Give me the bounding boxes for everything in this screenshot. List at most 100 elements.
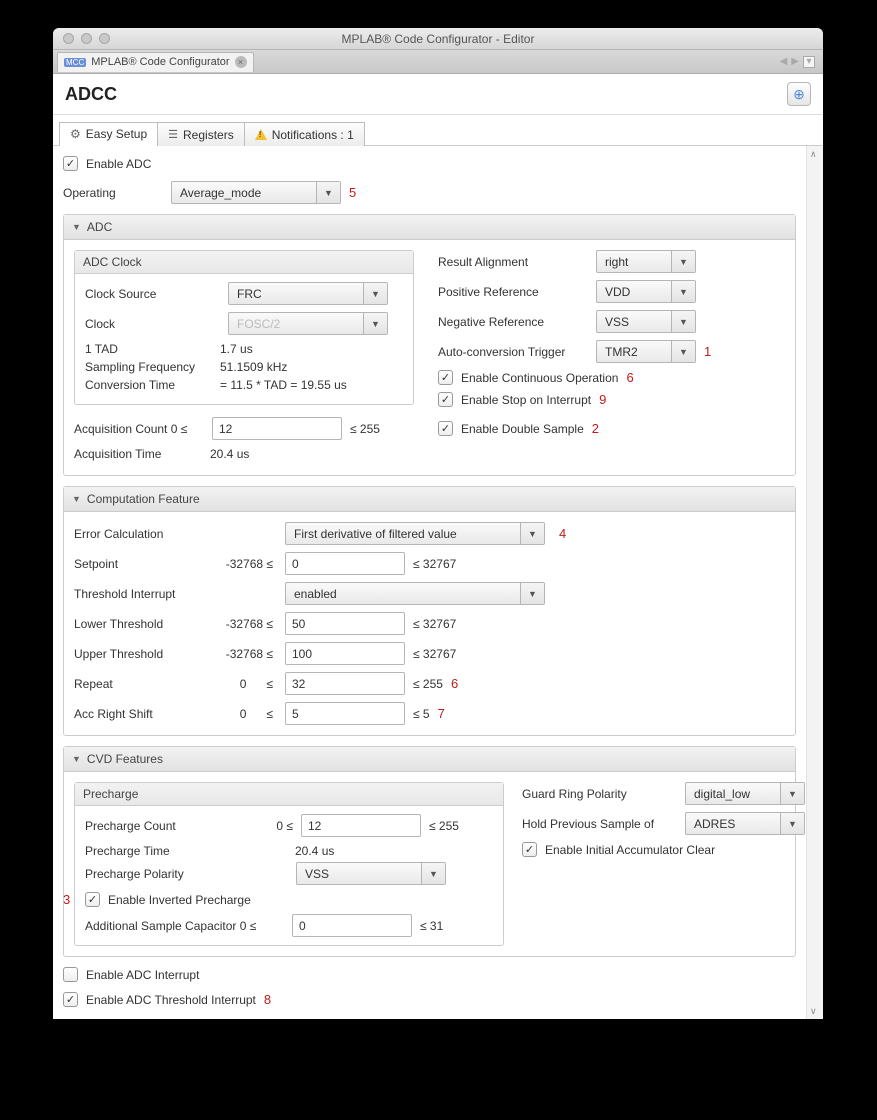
tad-label: 1 TAD	[85, 342, 220, 356]
computation-section-header[interactable]: ▼ Computation Feature	[64, 487, 795, 512]
file-tab[interactable]: MCC MPLAB® Code Configurator ×	[57, 52, 254, 72]
tab-label: Notifications : 1	[272, 128, 354, 142]
setpoint-input[interactable]	[285, 552, 405, 575]
enable-double-label: Enable Double Sample	[461, 422, 584, 436]
err-calc-label: Error Calculation	[74, 527, 209, 541]
enable-stop-checkbox[interactable]	[438, 392, 453, 407]
enable-adc-checkbox[interactable]	[63, 156, 78, 171]
enable-stop-label: Enable Stop on Interrupt	[461, 393, 591, 407]
hold-select[interactable]: ADRES ▼	[685, 812, 805, 835]
lower-thresh-input[interactable]	[285, 612, 405, 635]
close-tab-icon[interactable]: ×	[235, 56, 247, 68]
accrs-label: Acc Right Shift	[74, 707, 209, 721]
annotation-5: 5	[349, 185, 356, 200]
conv-time-value: = 11.5 * TAD = 19.55 us	[220, 378, 347, 392]
guard-select[interactable]: digital_low ▼	[685, 782, 805, 805]
enable-acc-clear-checkbox[interactable]	[522, 842, 537, 857]
tab-label: Easy Setup	[86, 127, 147, 141]
view-tabs: ⚙ Easy Setup ☰ Registers Notifications :…	[53, 115, 823, 146]
minimize-window-button[interactable]	[81, 33, 92, 44]
acq-count-input[interactable]	[212, 417, 342, 440]
guard-label: Guard Ring Polarity	[522, 787, 677, 801]
chevron-down-icon: ▼	[421, 863, 445, 884]
pre-pol-select[interactable]: VSS ▼	[296, 862, 446, 885]
annotation-7: 7	[438, 706, 445, 721]
enable-thresh-int-checkbox[interactable]	[63, 992, 78, 1007]
repeat-input[interactable]	[285, 672, 405, 695]
pre-count-input[interactable]	[301, 814, 421, 837]
tab-registers[interactable]: ☰ Registers	[157, 122, 245, 146]
sampling-freq-label: Sampling Frequency	[85, 360, 220, 374]
annotation-3: 3	[63, 892, 70, 907]
precharge-fieldset: Precharge Precharge Count 0 ≤ ≤ 255	[74, 782, 504, 946]
enable-continuous-checkbox[interactable]	[438, 370, 453, 385]
neg-ref-select[interactable]: VSS ▼	[596, 310, 696, 333]
disclosure-triangle-icon: ▼	[72, 754, 81, 764]
adc-clock-header: ADC Clock	[75, 251, 413, 274]
enable-double-checkbox[interactable]	[438, 421, 453, 436]
clock-source-label: Clock Source	[85, 287, 220, 301]
adc-section-header[interactable]: ▼ ADC	[64, 215, 795, 240]
precharge-header: Precharge	[75, 783, 503, 806]
scroll-down-icon[interactable]: ∨	[810, 1006, 820, 1016]
close-window-button[interactable]	[63, 33, 74, 44]
adc-clock-fieldset: ADC Clock Clock Source FRC ▼	[74, 250, 414, 405]
annotation-9: 9	[599, 392, 606, 407]
tab-notifications[interactable]: Notifications : 1	[244, 122, 365, 146]
warning-icon	[255, 129, 267, 140]
chevron-down-icon: ▼	[671, 251, 695, 272]
app-window: MPLAB® Code Configurator - Editor MCC MP…	[53, 28, 823, 1019]
enable-inverted-checkbox[interactable]	[85, 892, 100, 907]
disclosure-triangle-icon: ▼	[72, 222, 81, 232]
chevron-down-icon: ▼	[363, 313, 387, 334]
repeat-label: Repeat	[74, 677, 209, 691]
window-controls	[53, 33, 110, 44]
acq-count-label: Acquisition Count 0 ≤	[74, 422, 204, 436]
accrs-input[interactable]	[285, 702, 405, 725]
upper-thresh-input[interactable]	[285, 642, 405, 665]
cvd-section-header[interactable]: ▼ CVD Features	[64, 747, 795, 772]
annotation-1: 1	[704, 344, 711, 359]
pre-time-value: 20.4 us	[295, 844, 334, 858]
clock-source-select[interactable]: FRC ▼	[228, 282, 388, 305]
acq-count-max: ≤ 255	[350, 422, 380, 436]
cvd-section: ▼ CVD Features Precharge Precharge Count	[63, 746, 796, 957]
pre-pol-label: Precharge Polarity	[85, 867, 288, 881]
tab-next-icon[interactable]: ▶	[791, 56, 799, 67]
tad-value: 1.7 us	[220, 342, 253, 356]
err-calc-select[interactable]: First derivative of filtered value ▼	[285, 522, 545, 545]
zoom-window-button[interactable]	[99, 33, 110, 44]
titlebar: MPLAB® Code Configurator - Editor	[53, 28, 823, 50]
enable-continuous-label: Enable Continuous Operation	[461, 371, 618, 385]
vertical-scrollbar[interactable]: ∧ ∨	[806, 146, 823, 1019]
chevron-down-icon: ▼	[671, 311, 695, 332]
disclosure-triangle-icon: ▼	[72, 494, 81, 504]
clock-select: FOSC/2 ▼	[228, 312, 388, 335]
result-align-select[interactable]: right ▼	[596, 250, 696, 273]
add-cap-input[interactable]	[292, 914, 412, 937]
file-tab-label: MPLAB® Code Configurator	[91, 56, 229, 68]
chevron-down-icon: ▼	[671, 341, 695, 362]
operating-select[interactable]: Average_mode ▼	[171, 181, 341, 204]
thresh-int-select[interactable]: enabled ▼	[285, 582, 545, 605]
pos-ref-select[interactable]: VDD ▼	[596, 280, 696, 303]
tab-easy-setup[interactable]: ⚙ Easy Setup	[59, 122, 158, 146]
pre-count-max: ≤ 255	[429, 819, 459, 833]
annotation-4: 4	[559, 526, 566, 541]
auto-conv-label: Auto-conversion Trigger	[438, 345, 588, 359]
adc-section: ▼ ADC ADC Clock Clock Source	[63, 214, 796, 476]
window-title: MPLAB® Code Configurator - Editor	[53, 32, 823, 46]
tab-prev-icon[interactable]: ◀	[780, 56, 788, 67]
conv-time-label: Conversion Time	[85, 378, 220, 392]
lower-min: -32768 ≤	[217, 617, 277, 631]
enable-adc-int-checkbox[interactable]	[63, 967, 78, 982]
pre-count-label: Precharge Count	[85, 819, 260, 833]
help-button[interactable]: ⊕	[787, 82, 811, 106]
hold-label: Hold Previous Sample of	[522, 817, 677, 831]
chevron-down-icon: ▼	[780, 813, 804, 834]
add-cap-label: Additional Sample Capacitor 0 ≤	[85, 919, 284, 933]
chevron-down-icon: ▼	[363, 283, 387, 304]
auto-conv-select[interactable]: TMR2 ▼	[596, 340, 696, 363]
tab-list-button[interactable]: ▾	[803, 56, 815, 68]
scroll-up-icon[interactable]: ∧	[810, 149, 820, 159]
